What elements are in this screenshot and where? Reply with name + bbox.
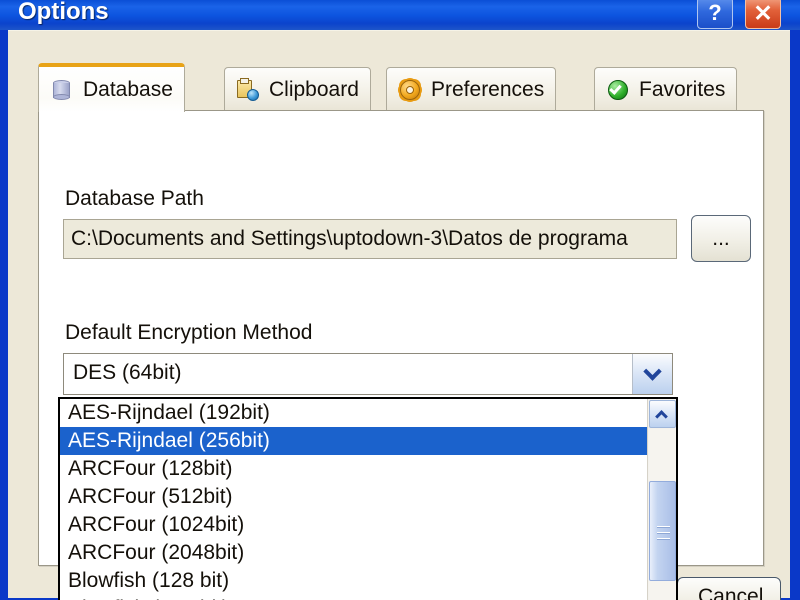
tab-preferences-label: Preferences <box>431 77 545 101</box>
dropdown-option[interactable]: ARCFour (2048bit) <box>60 539 676 567</box>
scrollbar-up-arrow-icon[interactable] <box>649 400 676 428</box>
cancel-button[interactable]: Cancel <box>677 577 781 600</box>
title-bar: Options ? ✕ <box>0 0 800 30</box>
clipboard-icon <box>236 77 260 102</box>
dropdown-option[interactable]: ARCFour (128bit) <box>60 455 676 483</box>
dropdown-option-selected[interactable]: AES-Rijndael (256bit) <box>60 427 676 455</box>
scrollbar-track[interactable] <box>649 429 676 600</box>
close-icon: ✕ <box>753 0 773 26</box>
tab-clipboard-label: Clipboard <box>269 77 359 101</box>
dropdown-option[interactable]: ARCFour (512bit) <box>60 483 676 511</box>
tab-strip: Database Clipboard Preferences Favorites <box>38 63 764 112</box>
tab-clipboard[interactable]: Clipboard <box>224 67 371 111</box>
browse-button[interactable]: ... <box>691 215 751 262</box>
tab-database-label: Database <box>83 77 173 101</box>
dropdown-option[interactable]: Blowfish (256 bit) <box>60 595 676 600</box>
database-path-input[interactable] <box>63 219 677 259</box>
close-button[interactable]: ✕ <box>745 0 781 29</box>
gear-icon <box>398 78 422 102</box>
tab-favorites[interactable]: Favorites <box>594 67 738 111</box>
dropdown-option[interactable]: AES-Rijndael (192bit) <box>60 399 676 427</box>
check-circle-icon <box>606 78 630 102</box>
help-button[interactable]: ? <box>697 0 733 29</box>
database-icon <box>50 78 74 102</box>
database-path-label: Database Path <box>65 187 204 210</box>
dropdown-scrollbar[interactable] <box>647 399 676 600</box>
tab-database[interactable]: Database <box>38 63 185 112</box>
encryption-method-combobox[interactable]: DES (64bit) <box>63 353 673 395</box>
scrollbar-thumb[interactable] <box>649 481 676 581</box>
encryption-method-selected-value: DES (64bit) <box>73 361 182 384</box>
dialog-body: Database Clipboard Preferences Favorites… <box>8 30 790 600</box>
chevron-down-icon[interactable] <box>632 354 672 394</box>
window-title: Options <box>18 0 109 25</box>
dropdown-option[interactable]: ARCFour (1024bit) <box>60 511 676 539</box>
encryption-method-dropdown-list[interactable]: AES-Rijndael (192bit) AES-Rijndael (256b… <box>58 397 678 600</box>
dropdown-option[interactable]: Blowfish (128 bit) <box>60 567 676 595</box>
encryption-method-label: Default Encryption Method <box>65 321 313 344</box>
tab-favorites-label: Favorites <box>639 77 726 101</box>
question-mark-icon: ? <box>708 0 722 25</box>
options-window: Options ? ✕ Database Clipboard Preferenc… <box>0 0 800 600</box>
tab-preferences[interactable]: Preferences <box>386 67 557 111</box>
